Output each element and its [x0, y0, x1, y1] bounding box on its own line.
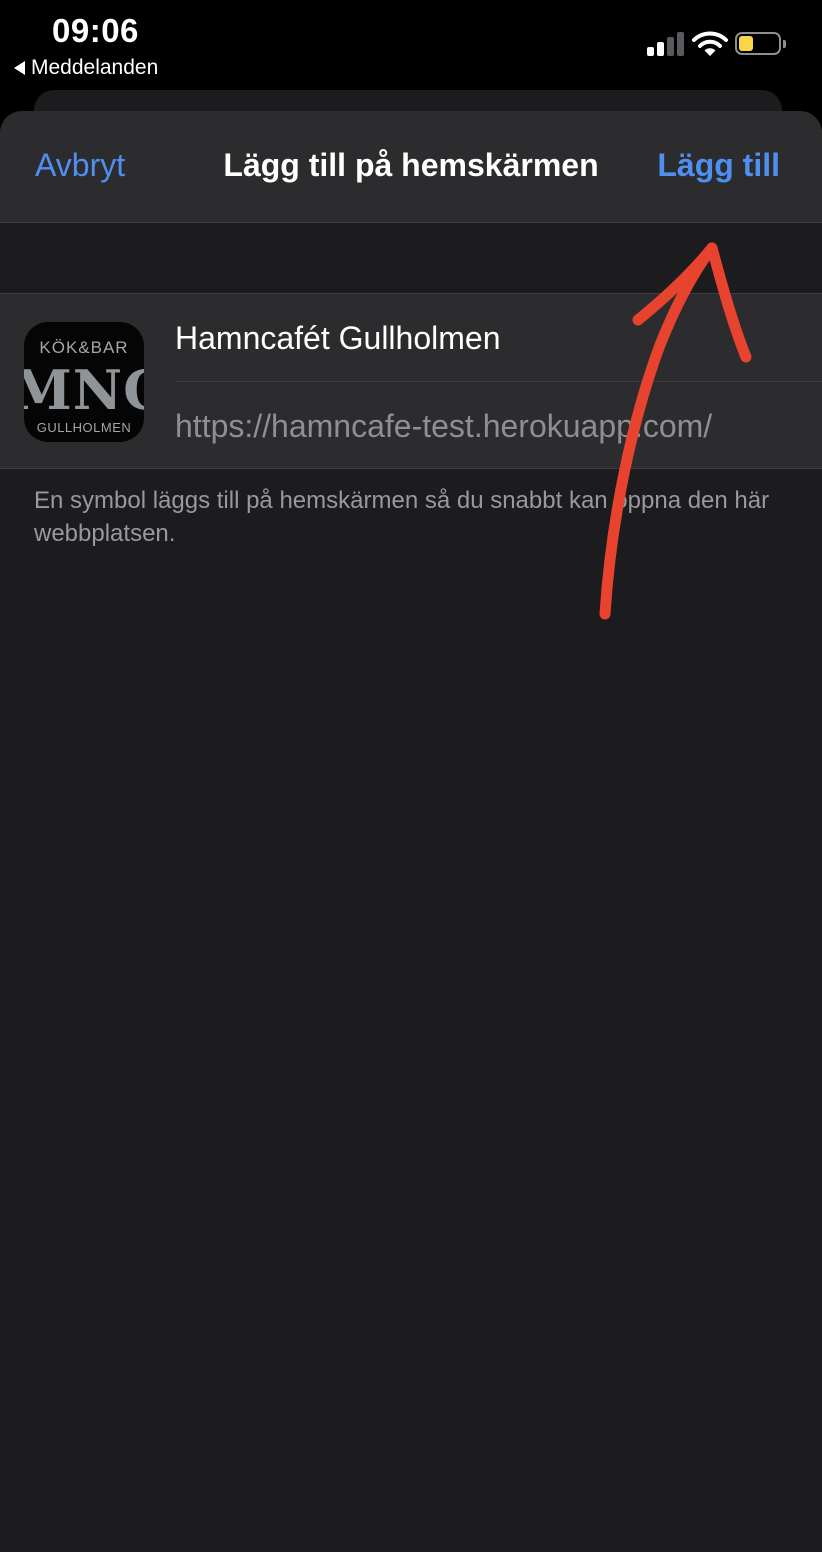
shortcut-url: https://hamncafe-test.herokuapp.com/ [175, 408, 713, 444]
add-button[interactable]: Lägg till [657, 147, 780, 184]
battery-icon [735, 32, 786, 55]
app-icon-top-text: KÖK&BAR [39, 338, 129, 357]
add-to-home-sheet: Avbryt Lägg till på hemskärmen Lägg till… [0, 111, 822, 1552]
back-to-app-link[interactable]: Meddelanden [14, 56, 158, 80]
cellular-signal-icon [647, 32, 687, 56]
cell-divider [175, 381, 822, 382]
battery-level [739, 36, 753, 51]
shortcut-details-cell: KÖK&BAR MNCA GULLHOLMEN Hamncafét Gullho… [0, 293, 822, 469]
footer-note: En symbol läggs till på hemskärmen så du… [34, 487, 770, 547]
app-icon-bottom-text: GULLHOLMEN [36, 420, 132, 435]
app-icon-main-text: MNCA [24, 358, 144, 422]
back-triangle-icon [14, 61, 25, 75]
wifi-icon [692, 31, 728, 56]
shortcut-name-field[interactable]: Hamncafét Gullholmen [175, 320, 500, 357]
status-bar: 09:06 Meddelanden [0, 0, 822, 92]
status-time: 09:06 [52, 12, 139, 49]
app-icon: KÖK&BAR MNCA GULLHOLMEN [24, 322, 144, 442]
sheet-navbar: Avbryt Lägg till på hemskärmen Lägg till [0, 111, 822, 223]
back-app-label: Meddelanden [31, 56, 159, 79]
